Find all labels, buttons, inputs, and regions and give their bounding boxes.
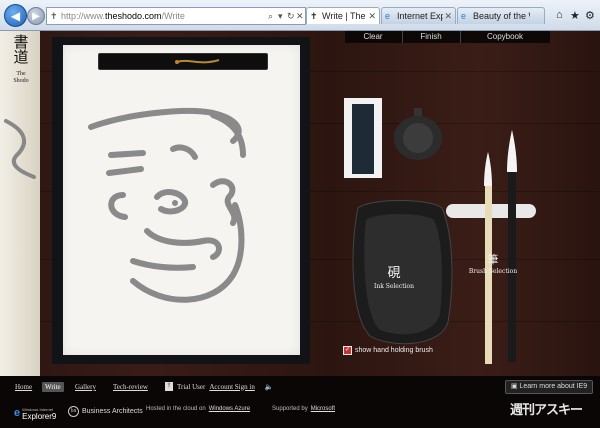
search-icon[interactable]: ⌕ xyxy=(268,8,273,24)
brush-stroke-decoration xyxy=(4,119,36,179)
checkbox-label: show hand holding brush xyxy=(355,347,433,354)
windows-azure-link[interactable]: Windows Azure xyxy=(209,406,250,412)
tab-internet-explorer[interactable]: e Internet Explorer ... ✕ xyxy=(381,7,456,24)
learn-more-ie9-button[interactable]: ▣ Learn more about IE9 xyxy=(505,380,593,394)
forward-arrow-icon: ▶ xyxy=(32,10,40,22)
finish-button[interactable]: Finish xyxy=(402,31,459,43)
microsoft-link[interactable]: Microsoft xyxy=(311,406,335,412)
ie-favicon-icon: e xyxy=(385,11,391,21)
tools-gear-icon[interactable]: ⚙ xyxy=(585,9,595,22)
refresh-icon[interactable]: ↻ xyxy=(287,8,295,24)
ie-favicon-icon: e xyxy=(461,11,467,21)
clear-button[interactable]: Clear xyxy=(345,31,401,43)
ie-logo-icon: e xyxy=(14,407,21,419)
back-arrow-icon: ◀ xyxy=(10,8,21,23)
page-area: 書道 The Shodo Clear Finish Copybook 硯 Ink… xyxy=(0,31,600,428)
ink-selection-label[interactable]: 硯 Ink Selection xyxy=(369,266,419,291)
user-icon: † xyxy=(165,382,173,391)
tab-write[interactable]: ✝ Write | The Sho... ✕ xyxy=(306,7,380,24)
forward-button[interactable]: ▶ xyxy=(27,7,45,25)
ba-logo-icon: ba xyxy=(68,406,79,417)
close-tab-icon[interactable]: ✕ xyxy=(444,8,452,24)
ink-selection-text: Ink Selection xyxy=(373,283,415,290)
nav-write[interactable]: Write xyxy=(42,382,64,392)
business-architects-logo[interactable]: ba Business Architects xyxy=(68,406,143,417)
account-sign-in-link[interactable]: Account Sign in xyxy=(209,383,255,391)
favorites-star-icon[interactable]: ★ xyxy=(570,9,580,22)
home-icon[interactable]: ⌂ xyxy=(556,9,563,21)
logo-subtitle: The Shodo xyxy=(13,71,29,84)
stop-icon[interactable]: ✕ xyxy=(296,8,304,24)
brush-kanji: 筆 xyxy=(487,253,499,266)
hosted-text: Hosted in the cloud on Windows Azure xyxy=(146,406,251,412)
copybook-button[interactable]: Copybook xyxy=(460,31,549,43)
ink-drawing[interactable] xyxy=(63,45,300,355)
show-hand-checkbox[interactable]: ✓ show hand holding brush xyxy=(343,346,433,355)
compatibility-icon[interactable]: ▾ xyxy=(278,8,283,24)
back-button[interactable]: ◀ xyxy=(4,4,27,27)
checkbox-checked-icon[interactable]: ✓ xyxy=(343,346,352,355)
tab-beauty-of-the-web[interactable]: e Beauty of the Web xyxy=(457,7,545,24)
logo-strip: 書道 The Shodo xyxy=(0,31,40,376)
ink-stick xyxy=(352,104,374,174)
paper-weight xyxy=(98,53,268,70)
brush-selection-label[interactable]: 筆 Brush Selection xyxy=(468,253,518,276)
trial-user-label: Trial User xyxy=(177,382,206,391)
site-logo[interactable]: 書道 xyxy=(8,35,34,65)
canvas-toolbar: Clear Finish Copybook xyxy=(345,31,550,43)
address-url: http://www.theshodo.com/Write xyxy=(61,11,185,21)
trial-user: † Trial User Account Sign in 🔈 xyxy=(165,382,274,391)
calligraphy-tools xyxy=(344,98,536,364)
brush-selection-text: Brush Selection xyxy=(468,268,518,275)
sound-icon[interactable]: 🔈 xyxy=(265,383,274,391)
close-tab-icon[interactable]: ✕ xyxy=(368,8,376,24)
nav-home[interactable]: Home xyxy=(15,383,32,391)
paperweight-tassel-icon xyxy=(175,59,220,64)
tab-favicon-icon: ✝ xyxy=(310,11,318,21)
supported-text: Supported by Microsoft xyxy=(272,406,336,412)
browser-chrome: ◀ ▶ ✝ http://www.theshodo.com/Write ⌕ ▾ … xyxy=(0,0,600,31)
ie9-logo[interactable]: e Windows Internet Explorer9 xyxy=(14,406,56,421)
brush-1 xyxy=(485,186,492,364)
ink-kanji: 硯 xyxy=(387,266,401,281)
nav-tech-review[interactable]: Tech-review xyxy=(113,383,148,391)
address-bar[interactable]: ✝ http://www.theshodo.com/Write ⌕ ▾ ↻ ✕ xyxy=(46,7,306,25)
site-favicon-icon: ✝ xyxy=(50,11,58,21)
nav-gallery[interactable]: Gallery xyxy=(75,383,96,391)
watermark: 週刊アスキー xyxy=(510,403,583,418)
